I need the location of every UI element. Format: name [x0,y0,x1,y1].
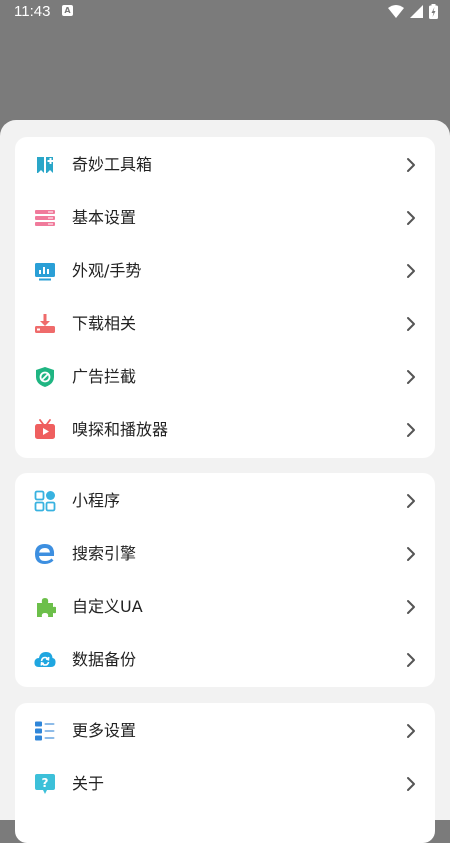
menu-item-sniffer-player[interactable]: 嗅探和播放器 [15,404,435,457]
chevron-right-icon [407,158,415,172]
menu-item-ad-block[interactable]: 广告拦截 [15,351,435,404]
status-icons [388,3,438,19]
battery-icon [429,3,438,19]
menu-item-label: 广告拦截 [72,367,137,386]
help-bubble-icon: ? [34,773,56,795]
chevron-right-icon [407,370,415,384]
menu-item-label: 奇妙工具箱 [72,155,153,174]
menu-item-label: 数据备份 [72,650,137,669]
menu-item-label: 基本设置 [72,208,137,227]
settings-card-main: 奇妙工具箱 基本设置 外观/手势 下载相关 广告拦截 嗅探和播放器 [15,137,435,458]
settings-card-extensions: 小程序 搜索引擎 自定义UA 数据备份 [15,473,435,687]
menu-item-label: 小程序 [72,491,121,510]
notification-icon: A [62,5,73,16]
signal-icon [410,4,423,18]
status-bar: 11:43 A [0,0,450,24]
settings-sheet: 奇妙工具箱 基本设置 外观/手势 下载相关 广告拦截 嗅探和播放器 小程序 搜索… [0,120,450,843]
settings-panel-icon [34,207,56,229]
chevron-right-icon [407,211,415,225]
chevron-right-icon [407,777,415,791]
svg-text:?: ? [42,776,49,790]
menu-item-label: 搜索引擎 [72,544,137,563]
list-icon [34,720,56,742]
chevron-right-icon [407,264,415,278]
settings-card-more: 更多设置 ? 关于 [15,703,435,843]
download-icon [34,313,56,335]
chart-monitor-icon [34,260,56,282]
chevron-right-icon [407,653,415,667]
menu-item-label: 更多设置 [72,721,137,740]
menu-item-toolbox[interactable]: 奇妙工具箱 [15,139,435,192]
cloud-sync-icon [34,649,56,671]
grid-apps-icon [34,490,56,512]
menu-item-label: 下载相关 [72,314,137,333]
menu-item-appearance-gestures[interactable]: 外观/手势 [15,245,435,298]
menu-item-label: 自定义UA [72,597,143,616]
status-time: 11:43 [14,3,51,20]
browser-e-icon [34,543,56,565]
toolbox-icon [34,154,56,176]
chevron-right-icon [407,317,415,331]
chevron-right-icon [407,547,415,561]
wifi-icon [388,4,404,18]
chevron-right-icon [407,600,415,614]
menu-item-mini-programs[interactable]: 小程序 [15,475,435,528]
menu-item-more-settings[interactable]: 更多设置 [15,705,435,758]
puzzle-icon [34,596,56,618]
menu-item-label: 关于 [72,774,105,793]
menu-item-custom-ua[interactable]: 自定义UA [15,581,435,634]
menu-item-data-backup[interactable]: 数据备份 [15,634,435,687]
menu-item-label: 外观/手势 [72,261,142,280]
shield-block-icon [34,366,56,388]
menu-item-about[interactable]: ? 关于 [15,758,435,811]
chevron-right-icon [407,724,415,738]
tv-play-icon [34,419,56,441]
chevron-right-icon [407,423,415,437]
menu-item-basic-settings[interactable]: 基本设置 [15,192,435,245]
menu-item-search-engine[interactable]: 搜索引擎 [15,528,435,581]
menu-item-downloads[interactable]: 下载相关 [15,298,435,351]
chevron-right-icon [407,494,415,508]
menu-item-label: 嗅探和播放器 [72,420,169,439]
